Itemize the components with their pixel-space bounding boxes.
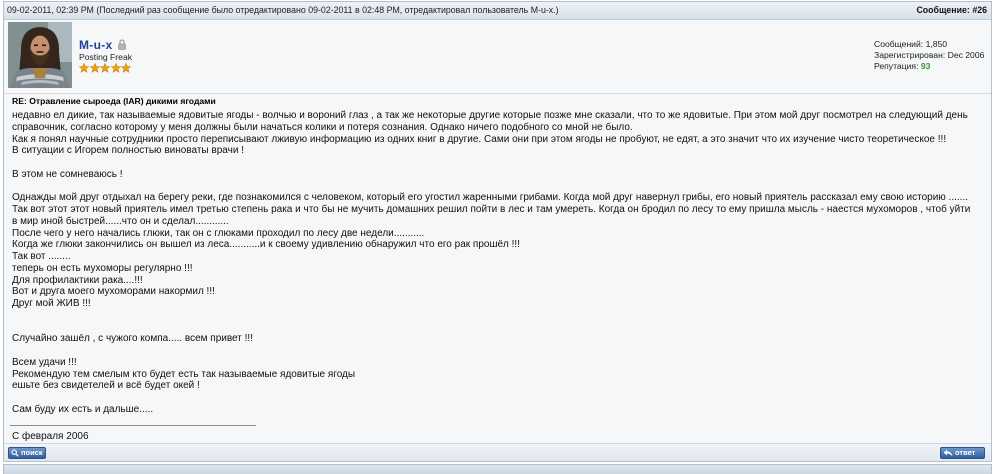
post-body-line: В этом не сомневаюсь ! [12, 168, 123, 180]
post-body-line: Однажды мой друг отдыхал на берегу реки,… [12, 192, 969, 204]
post-body-line: Рекомендую тем смелым кто будет есть так… [12, 368, 356, 380]
post-body-line: Всем удачи !!! [12, 356, 77, 368]
rank-star-icon [79, 63, 89, 73]
post-body-line: Так вот этот этот новый приятель имел тр… [12, 204, 971, 215]
search-button[interactable]: поиск [8, 447, 46, 459]
post-divider [4, 93, 991, 94]
rank-star-icon [89, 63, 100, 73]
stat-registered: Зарегистрирован: Dec 2006 [874, 50, 989, 61]
stat-reputation: Репутация: 93 [874, 61, 989, 72]
post-number-label: Сообщение: [916, 5, 970, 15]
post-body-line: Друг мой ЖИВ !!! [12, 298, 91, 309]
post-body-line: Когда же глюки закончились он вышел из л… [12, 239, 520, 251]
reply-button-label: ответ [955, 448, 976, 457]
post-permalink[interactable]: #26 [972, 5, 987, 15]
post-body-line: недавно ел дикие, так называемые ядовиты… [12, 110, 968, 121]
post-body-line: Случайно зашёл , с чужого компа..... все… [12, 333, 253, 345]
forum-page: 09-02-2011, 02:39 PM (Последний раз сооб… [0, 0, 1000, 474]
reply-button[interactable]: ответ [940, 447, 985, 459]
post-body-line: После чего у него начались глюки, так он… [12, 227, 425, 239]
rank-star-icon [110, 63, 121, 73]
rank-star-icon [100, 63, 110, 73]
post-body-line: Как я понял научные сотрудники просто пе… [12, 133, 947, 145]
rank-stars [79, 63, 132, 73]
signature-separator [10, 425, 256, 426]
post-body-line [12, 345, 987, 357]
post-body-line: Так вот ........ [12, 251, 71, 262]
post-body: недавно ел дикие, так называемые ядовиты… [12, 110, 987, 417]
forum-post: 09-02-2011, 02:39 PM (Последний раз сооб… [3, 1, 992, 462]
signature: С февраля 2006 [12, 431, 89, 442]
post-date: 09-02-2011, 02:39 PM [7, 5, 94, 15]
post-body-line: Вот и друга моего мухоморами накормил !!… [12, 286, 215, 298]
stat-posts: Сообщений: 1,850 [874, 39, 989, 50]
post-body-line [12, 157, 987, 169]
post-body-line: Для профилактики рака....!!! [12, 274, 143, 286]
post-body-line: ешьте без свидетелей и всё будет окей ! [12, 380, 200, 392]
lock-icon [118, 39, 126, 50]
stat-reputation-label: Репутация: [874, 61, 919, 71]
avatar-image[interactable] [8, 22, 72, 88]
author-stats: Сообщений: 1,850 Зарегистрирован: Dec 20… [874, 39, 989, 72]
post-body-line [12, 322, 987, 334]
stat-reputation-value: 93 [920, 61, 931, 71]
stat-registered-value: Dec 2006 [947, 50, 985, 60]
stat-posts-value: 1,850 [925, 39, 948, 49]
next-post-header-bar [3, 464, 992, 474]
post-header-bar: 09-02-2011, 02:39 PM (Последний раз сооб… [4, 2, 991, 20]
post-number: Сообщение: #26 [916, 2, 987, 19]
stat-registered-label: Зарегистрирован: [874, 50, 946, 60]
post-body-line: справочник, согласно которому у меня дол… [12, 121, 633, 133]
post-body-line [12, 181, 987, 193]
post-body-line: теперь он есть мухоморы регулярно !!! [12, 262, 193, 274]
post-edit-note: (Последний раз сообщение было отредактир… [96, 5, 559, 15]
post-body-line [12, 310, 987, 322]
stat-posts-label: Сообщений: [874, 39, 924, 49]
post-date-line: 09-02-2011, 02:39 PM (Последний раз сооб… [7, 2, 559, 19]
author-username[interactable]: M-u-x [79, 38, 113, 52]
author-user-title: Posting Freak [79, 52, 133, 62]
post-body-line [12, 392, 987, 404]
search-icon [11, 449, 19, 457]
post-body-line: Сам буду их есть и дальше..... [12, 403, 154, 415]
rank-star-icon [121, 63, 131, 73]
post-title: RE: Отравление сыроеда (IAR) дикими ягод… [12, 96, 216, 106]
post-body-line: в мир иной быстрей......что он и сделал.… [12, 215, 229, 227]
post-body-line: В ситуации с Игорем полностью виноваты в… [12, 145, 244, 157]
post-footer-bar: поиск ответ [4, 443, 991, 461]
search-button-label: поиск [21, 448, 43, 457]
reply-arrow-icon [943, 449, 953, 457]
